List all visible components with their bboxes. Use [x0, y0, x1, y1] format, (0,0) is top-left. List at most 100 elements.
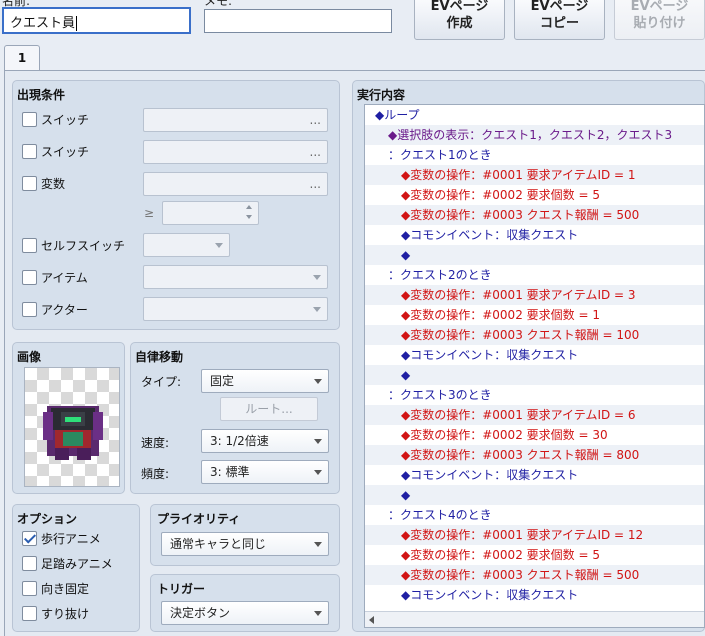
copy-page-button[interactable]: EVページ コピー	[514, 0, 605, 40]
priority-dropdown[interactable]: 通常キャラと同じ	[161, 532, 329, 556]
speed-value: 3: 1/2倍速	[210, 434, 269, 448]
command-line[interactable]: ：クエスト1のとき	[365, 145, 704, 165]
command-line[interactable]: ◆変数の操作：#0001 要求アイテムID = 1	[365, 165, 704, 185]
trigger-title: トリガー	[157, 582, 206, 596]
command-list[interactable]: ◆ループ ◆選択肢の表示：クエスト1，クエスト2，クエスト3 ：クエスト1のとき ◆変…	[364, 104, 705, 628]
freq-label: 頻度:	[141, 467, 170, 481]
note-label: メモ:	[204, 0, 233, 8]
command-line[interactable]: ◆選択肢の表示：クエスト1，クエスト2，クエスト3	[365, 125, 704, 145]
chevron-down-icon	[314, 542, 322, 547]
text-caret	[76, 16, 78, 31]
name-value: クエスト員	[10, 16, 76, 31]
scroll-left-icon[interactable]	[369, 616, 374, 624]
horizontal-scrollbar[interactable]	[365, 611, 704, 627]
copy-page-label-1: EVページ	[530, 0, 589, 14]
route-button[interactable]: ルート...	[220, 397, 318, 421]
command-line[interactable]: ◆ループ	[365, 105, 704, 125]
item-dropdown[interactable]	[143, 265, 328, 289]
self-switch-box	[22, 238, 37, 253]
command-line[interactable]: ◆変数の操作：#0002 要求個数 = 5	[365, 545, 704, 565]
stepping-anime-box	[22, 556, 37, 571]
item-label: アイテム	[41, 271, 88, 285]
through-label: すり抜け	[41, 607, 90, 621]
command-line[interactable]: ◆	[365, 485, 704, 505]
direction-fix-checkbox[interactable]: 向き固定	[22, 580, 89, 597]
spin-down-icon[interactable]	[246, 215, 252, 219]
trigger-value: 決定ボタン	[170, 606, 231, 620]
copy-page-label-2: コピー	[539, 16, 579, 31]
trigger-dropdown[interactable]: 決定ボタン	[161, 601, 329, 625]
type-dropdown[interactable]: 固定	[201, 369, 329, 393]
chevron-down-icon	[313, 307, 321, 312]
switch2-label: スイッチ	[41, 145, 90, 159]
command-line[interactable]: ◆	[365, 245, 704, 265]
paste-page-button[interactable]: EVページ 貼り付け	[614, 0, 705, 40]
actor-label: アクター	[41, 303, 88, 317]
self-switch-checkbox[interactable]: セルフスイッチ	[22, 237, 125, 254]
switch1-label: スイッチ	[41, 113, 90, 127]
command-line[interactable]: ：クエスト3のとき	[365, 385, 704, 405]
stepping-anime-label: 足踏みアニメ	[41, 557, 113, 571]
variable-checkbox[interactable]: 変数	[22, 175, 65, 192]
switch1-checkbox[interactable]: スイッチ	[22, 111, 89, 128]
freq-dropdown[interactable]: 3: 標準	[201, 460, 329, 484]
stepping-anime-checkbox[interactable]: 足踏みアニメ	[22, 555, 113, 572]
character-image[interactable]	[24, 367, 120, 487]
actor-box	[22, 302, 37, 317]
speed-dropdown[interactable]: 3: 1/2倍速	[201, 429, 329, 453]
command-line[interactable]: ：クエスト4のとき	[365, 505, 704, 525]
item-checkbox[interactable]: アイテム	[22, 269, 88, 286]
switch1-box	[22, 112, 37, 127]
create-page-label-2: 作成	[446, 16, 473, 31]
command-line[interactable]: ◆コモンイベント：収集クエスト	[365, 345, 704, 365]
actor-checkbox[interactable]: アクター	[22, 301, 88, 318]
command-line[interactable]: ◆変数の操作：#0003 クエスト報酬 = 800	[365, 445, 704, 465]
chevron-down-icon	[314, 470, 322, 475]
create-page-label-1: EVページ	[430, 0, 489, 14]
chevron-down-icon	[314, 611, 322, 616]
variable-box	[22, 176, 37, 191]
command-line[interactable]: ◆コモンイベント：収集クエスト	[365, 465, 704, 485]
walking-anime-label: 歩行アニメ	[41, 532, 101, 546]
name-field[interactable]: クエスト員	[2, 7, 191, 34]
image-title: 画像	[17, 350, 42, 364]
variable-value-spinner[interactable]	[162, 201, 259, 225]
command-line[interactable]: ◆変数の操作：#0002 要求個数 = 30	[365, 425, 704, 445]
direction-fix-box	[22, 581, 37, 596]
create-page-button[interactable]: EVページ 作成	[414, 0, 505, 40]
command-line[interactable]: ◆変数の操作：#0001 要求アイテムID = 6	[365, 405, 704, 425]
note-field[interactable]	[204, 9, 392, 33]
spin-up-icon[interactable]	[246, 205, 252, 209]
self-switch-dropdown[interactable]	[143, 233, 230, 257]
command-lines: ◆ループ ◆選択肢の表示：クエスト1，クエスト2，クエスト3 ：クエスト1のとき ◆変…	[365, 105, 704, 605]
autonomous-title: 自律移動	[135, 350, 184, 364]
walking-anime-checkbox[interactable]: 歩行アニメ	[22, 530, 101, 547]
switch2-checkbox[interactable]: スイッチ	[22, 143, 89, 160]
switch1-selector[interactable]: ...	[143, 108, 328, 132]
command-line[interactable]: ◆変数の操作：#0003 クエスト報酬 = 500	[365, 205, 704, 225]
through-checkbox[interactable]: すり抜け	[22, 605, 89, 622]
actor-dropdown[interactable]	[143, 297, 328, 321]
command-line[interactable]: ◆変数の操作：#0001 要求アイテムID = 12	[365, 525, 704, 545]
tab-page-1[interactable]: 1	[4, 45, 40, 71]
direction-fix-label: 向き固定	[41, 582, 90, 596]
item-box	[22, 270, 37, 285]
chevron-down-icon	[314, 439, 322, 444]
command-line[interactable]: ◆変数の操作：#0001 要求アイテムID = 3	[365, 285, 704, 305]
command-line[interactable]: ◆	[365, 365, 704, 385]
chevron-down-icon	[313, 275, 321, 280]
command-line[interactable]: ◆変数の操作：#0002 要求個数 = 1	[365, 305, 704, 325]
conditions-title: 出現条件	[17, 88, 66, 102]
type-value: 固定	[210, 374, 235, 388]
command-line[interactable]: ：クエスト2のとき	[365, 265, 704, 285]
command-line[interactable]: ◆変数の操作：#0002 要求個数 = 5	[365, 185, 704, 205]
contents-title: 実行内容	[357, 88, 406, 102]
priority-value: 通常キャラと同じ	[170, 537, 267, 551]
ge-symbol: ≥	[144, 206, 155, 220]
switch2-selector[interactable]: ...	[143, 140, 328, 164]
command-line[interactable]: ◆コモンイベント：収集クエスト	[365, 585, 704, 605]
command-line[interactable]: ◆変数の操作：#0003 クエスト報酬 = 100	[365, 325, 704, 345]
variable-selector[interactable]: ...	[143, 172, 328, 196]
command-line[interactable]: ◆変数の操作：#0003 クエスト報酬 = 500	[365, 565, 704, 585]
command-line[interactable]: ◆コモンイベント：収集クエスト	[365, 225, 704, 245]
